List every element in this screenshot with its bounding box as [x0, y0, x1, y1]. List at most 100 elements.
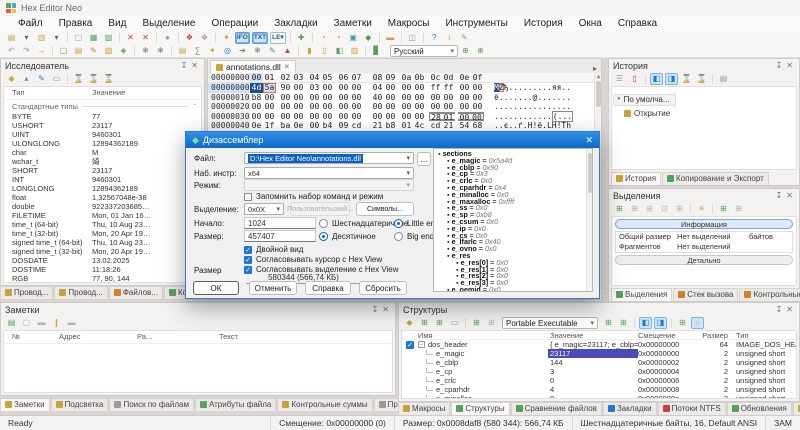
- hex-byte[interactable]: 00: [471, 102, 484, 112]
- grid-d-icon[interactable]: ⊞: [485, 317, 498, 329]
- cancel-button[interactable]: Отменить: [249, 281, 297, 295]
- hex-byte[interactable]: b4: [321, 121, 334, 131]
- hex-byte[interactable]: 00: [337, 112, 350, 122]
- dock-tab[interactable]: Поиск по файлам: [109, 398, 194, 411]
- paste-icon[interactable]: ▤: [72, 45, 85, 57]
- trash-icon[interactable]: ▯: [628, 73, 641, 85]
- snapshot-icon[interactable]: ▣: [347, 32, 360, 44]
- hex-byte[interactable]: 00: [429, 93, 442, 103]
- column-name[interactable]: Имя: [418, 331, 548, 339]
- close-icon[interactable]: ✕: [784, 305, 795, 314]
- file-combo[interactable]: D:\Hex Editor Neo\annotations.dll ▾: [244, 152, 414, 164]
- structure-row[interactable]: e_minalloc00x0000000a2unsigned short: [402, 394, 796, 399]
- hex-byte[interactable]: 00: [337, 93, 350, 103]
- note-copy-icon[interactable]: ▢: [20, 317, 33, 329]
- pin-icon[interactable]: ↧: [774, 305, 785, 314]
- browse-button[interactable]: ...: [417, 152, 431, 166]
- grid-g-icon[interactable]: ⊞: [676, 317, 689, 329]
- expander-icon[interactable]: −: [418, 341, 425, 348]
- hex-byte[interactable]: 00: [308, 93, 321, 103]
- hex-byte[interactable]: 00: [442, 102, 455, 112]
- ascii-text[interactable]: ..є..ґ.Н!ё.LН!Th: [494, 121, 571, 131]
- grid-c-icon[interactable]: ⊞: [470, 317, 483, 329]
- hex-byte[interactable]: 00: [458, 112, 471, 122]
- hex-byte[interactable]: cd: [350, 121, 363, 131]
- hex-byte[interactable]: 00: [471, 112, 484, 122]
- scroll-thumb[interactable]: [596, 81, 601, 107]
- tab-control-values[interactable]: Контрольные значения: [739, 288, 800, 301]
- tree-item[interactable]: ▪e_oemid = 0x0: [436, 287, 592, 292]
- hex-byte[interactable]: 90: [279, 83, 292, 93]
- grid-b-icon[interactable]: ⊞: [433, 317, 446, 329]
- instruction-set-combo[interactable]: x64 ▾: [244, 167, 414, 179]
- hex-byte[interactable]: 00: [400, 102, 413, 112]
- hex-byte[interactable]: 00: [279, 112, 292, 122]
- symbols-button[interactable]: Символы...: [356, 202, 414, 216]
- structure-row[interactable]: e_cparhdr40x000000082unsigned short: [402, 385, 796, 394]
- hex-byte[interactable]: 00: [384, 102, 397, 112]
- hex-byte[interactable]: 00: [292, 102, 305, 112]
- insert-file-icon[interactable]: ▤: [176, 45, 189, 57]
- hex-byte[interactable]: 03: [308, 83, 321, 93]
- hex-byte[interactable]: 00: [429, 102, 442, 112]
- explorer-row[interactable]: SHORT 23117: [4, 166, 201, 175]
- menu-item[interactable]: Операции: [203, 17, 266, 30]
- checksum-icon[interactable]: ∑: [191, 45, 204, 57]
- menu-item[interactable]: Выделение: [134, 17, 203, 30]
- hex-byte[interactable]: 00: [384, 93, 397, 103]
- hex-byte[interactable]: 00: [413, 102, 426, 112]
- monitor-icon[interactable]: ▭: [50, 73, 63, 85]
- hex-byte[interactable]: 00: [321, 83, 334, 93]
- hex-byte[interactable]: 00: [413, 93, 426, 103]
- tab-selections[interactable]: Выделения: [611, 288, 672, 301]
- grid-7-icon[interactable]: ⊞: [732, 203, 745, 215]
- explorer-row[interactable]: DOSTIME 11:18:26: [4, 265, 201, 274]
- selection-format-combo[interactable]: 0x0X ▾: [244, 203, 284, 215]
- explorer-row[interactable]: FILETIME Mon, 01 Jan 16…: [4, 211, 201, 220]
- drop-icon[interactable]: ▾: [20, 32, 33, 44]
- hex-byte[interactable]: 00: [308, 102, 321, 112]
- pencil-2-icon[interactable]: ✎: [266, 45, 279, 57]
- hex-byte[interactable]: 21: [371, 121, 384, 131]
- reset-button[interactable]: Сбросить: [359, 281, 407, 295]
- goto-icon[interactable]: →: [35, 45, 48, 57]
- column-address[interactable]: Адрес: [59, 332, 137, 341]
- remember-checkbox[interactable]: Запомнить набор команд и режим: [244, 192, 383, 201]
- save-icon[interactable]: ▦: [87, 32, 100, 44]
- sync-cursor-checkbox[interactable]: ✓ Согласовывать курсор с Hex View: [244, 255, 382, 264]
- grid-5-icon[interactable]: ⊞: [673, 203, 686, 215]
- explorer-row[interactable]: INT 9460301: [4, 175, 201, 184]
- document-tab[interactable]: annotations.dll ✕: [210, 60, 296, 73]
- grid-all-icon[interactable]: ⊞: [613, 203, 626, 215]
- hex-byte[interactable]: 00: [292, 83, 305, 93]
- hex-byte[interactable]: 00: [321, 93, 334, 103]
- hourglass-icon[interactable]: ⌛: [680, 73, 693, 85]
- statistics-icon[interactable]: ▊: [370, 45, 383, 57]
- note-add-icon[interactable]: ▤: [5, 317, 18, 329]
- column-type[interactable]: Тип: [4, 88, 92, 97]
- comment-icon[interactable]: ▬: [384, 32, 397, 44]
- close-all-icon[interactable]: ✕: [139, 32, 152, 44]
- hex-byte[interactable]: 00: [350, 83, 363, 93]
- split-h-icon[interactable]: ◧: [639, 317, 652, 329]
- toggle-view-icon[interactable]: ◧: [333, 45, 346, 57]
- save-as-icon[interactable]: ▧: [102, 32, 115, 44]
- history-root-tab[interactable]: ● По умолча...: [613, 94, 676, 106]
- detail-section-header[interactable]: Детально: [615, 255, 793, 265]
- monitor-icon[interactable]: ▭: [448, 317, 461, 329]
- explorer-row[interactable]: USHORT 23117: [4, 121, 201, 130]
- hex-byte[interactable]: 00: [350, 112, 363, 122]
- hex-byte[interactable]: 00: [279, 93, 292, 103]
- ascii-text[interactable]: ............(...: [494, 112, 573, 122]
- hourglass-gray-icon[interactable]: ⌛: [695, 73, 708, 85]
- hex-byte[interactable]: 00: [337, 102, 350, 112]
- book-icon[interactable]: ▥: [348, 45, 361, 57]
- dock-tab[interactable]: Провод...: [54, 286, 107, 299]
- chart-icon[interactable]: ▴: [20, 73, 33, 85]
- hex-row[interactable]: 000000400e1fba0e00b409cd21b8014ccd215468…: [208, 121, 601, 131]
- structure-row[interactable]: e_magic231170x000000002unsigned short: [402, 349, 796, 358]
- menu-item[interactable]: Закладки: [266, 17, 325, 30]
- dock-tab[interactable]: Потоки NTFS: [658, 402, 726, 415]
- explorer-row[interactable]: DOSDATE 13.02.2025: [4, 256, 201, 265]
- column-value[interactable]: Значение: [548, 331, 638, 339]
